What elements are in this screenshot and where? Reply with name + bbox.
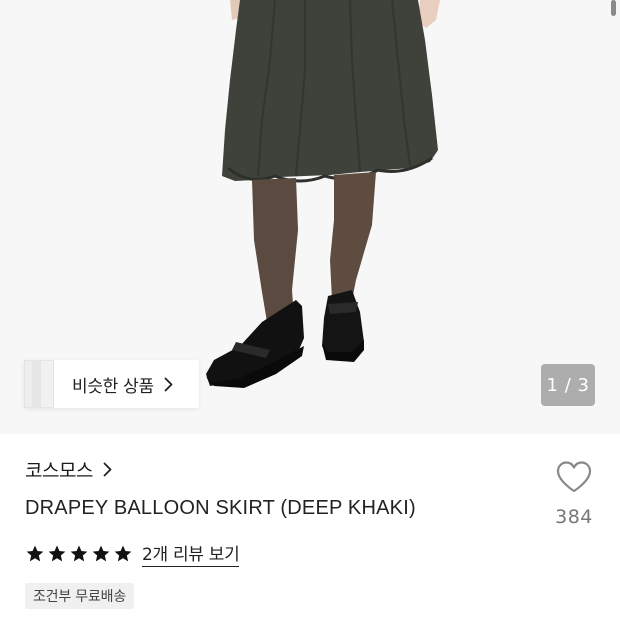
star-rating (25, 544, 133, 564)
heart-outline-icon (555, 460, 593, 498)
brand-link[interactable]: 코스모스 (25, 456, 112, 483)
star-filled-icon (70, 545, 88, 561)
similar-products-label: 비슷한 상품 (72, 376, 154, 397)
shipping-badge: 조건부 무료배송 (25, 583, 135, 609)
brand-name: 코스모스 (25, 460, 93, 482)
star-filled-icon (48, 545, 66, 561)
star-filled-icon (26, 545, 44, 561)
chevron-right-icon (164, 377, 173, 392)
similar-products-button[interactable]: 비슷한 상품 (24, 360, 199, 408)
like-count: 384 (555, 506, 593, 528)
product-title: DRAPEY BALLOON SKIRT (DEEP KHAKI) (25, 497, 416, 519)
review-link[interactable]: 2개 리뷰 보기 (142, 540, 240, 567)
product-detail-page: 비슷한 상품 1 / 3 코스모스 DRAPEY BALLOON SKIRT (… (0, 0, 620, 620)
similar-products-thumbnails (24, 360, 56, 408)
star-filled-icon (114, 545, 132, 561)
scroll-indicator[interactable] (611, 0, 616, 16)
star-filled-icon (92, 545, 110, 561)
like-button[interactable]: 384 (548, 460, 600, 528)
product-image-gallery[interactable]: 비슷한 상품 1 / 3 (0, 0, 620, 434)
rating-row: 2개 리뷰 보기 (25, 540, 240, 567)
chevron-right-icon (103, 462, 112, 477)
image-page-counter: 1 / 3 (541, 364, 595, 406)
